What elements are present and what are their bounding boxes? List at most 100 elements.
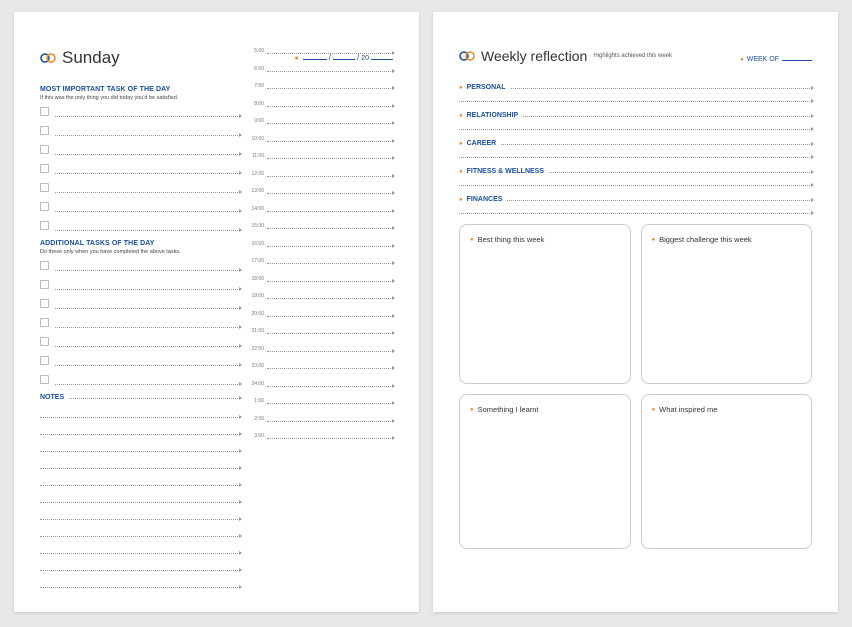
task-line[interactable] bbox=[55, 154, 240, 155]
time-line[interactable] bbox=[267, 176, 393, 177]
checkbox[interactable] bbox=[40, 375, 49, 384]
time-line[interactable] bbox=[267, 106, 393, 107]
time-line[interactable] bbox=[267, 88, 393, 89]
task-line[interactable] bbox=[55, 270, 240, 271]
week-of-slot[interactable] bbox=[782, 54, 812, 61]
checkbox[interactable] bbox=[40, 261, 49, 270]
notes-line[interactable] bbox=[40, 458, 240, 469]
category-line[interactable] bbox=[459, 213, 812, 214]
time-label: 17:00 bbox=[250, 258, 264, 264]
time-line[interactable] bbox=[267, 193, 393, 194]
notes-line[interactable] bbox=[40, 577, 240, 588]
category-line[interactable] bbox=[507, 200, 812, 201]
notes-line[interactable] bbox=[40, 509, 240, 520]
time-line[interactable] bbox=[267, 351, 393, 352]
time-line[interactable] bbox=[267, 403, 393, 404]
checkbox[interactable] bbox=[40, 202, 49, 211]
box-best[interactable]: ●Best thing this week bbox=[459, 224, 631, 384]
notes-line[interactable] bbox=[40, 424, 240, 435]
notes-line[interactable] bbox=[40, 526, 240, 537]
task-line[interactable] bbox=[55, 116, 240, 117]
time-line[interactable] bbox=[267, 141, 393, 142]
time-line[interactable] bbox=[267, 211, 393, 212]
category-line[interactable] bbox=[549, 172, 812, 173]
category-line[interactable] bbox=[459, 157, 812, 158]
time-line[interactable] bbox=[267, 123, 393, 124]
bullet-icon: ● bbox=[652, 407, 656, 413]
category-label: FINANCES bbox=[467, 196, 503, 203]
checkbox[interactable] bbox=[40, 183, 49, 192]
task-line[interactable] bbox=[55, 384, 240, 385]
box-inspired[interactable]: ●What inspired me bbox=[641, 394, 813, 549]
bullet-icon: ● bbox=[459, 85, 463, 91]
category-line[interactable] bbox=[511, 88, 812, 89]
task-line[interactable] bbox=[55, 327, 240, 328]
notes-line[interactable] bbox=[40, 560, 240, 571]
checkbox[interactable] bbox=[40, 126, 49, 135]
time-line[interactable] bbox=[267, 333, 393, 334]
task-line[interactable] bbox=[55, 289, 240, 290]
category-line[interactable] bbox=[459, 185, 812, 186]
task-line[interactable] bbox=[55, 346, 240, 347]
category-row: ●CAREER bbox=[459, 140, 812, 147]
week-of-field[interactable]: ● WEEK OF bbox=[740, 54, 812, 63]
checkbox[interactable] bbox=[40, 145, 49, 154]
time-line[interactable] bbox=[267, 368, 393, 369]
notes-line[interactable] bbox=[40, 492, 240, 503]
time-line[interactable] bbox=[267, 281, 393, 282]
time-label: 13:00 bbox=[250, 188, 264, 194]
checkbox[interactable] bbox=[40, 164, 49, 173]
checkbox[interactable] bbox=[40, 318, 49, 327]
notes-line[interactable] bbox=[40, 543, 240, 554]
category-label: FITNESS & WELLNESS bbox=[467, 168, 544, 175]
left-column: Sunday MOST IMPORTANT TASK OF THE DAY If… bbox=[40, 48, 250, 592]
task-line[interactable] bbox=[55, 173, 240, 174]
notes-line[interactable] bbox=[69, 398, 240, 399]
task-line[interactable] bbox=[55, 308, 240, 309]
task-row bbox=[40, 126, 240, 136]
date-month-slot[interactable] bbox=[333, 52, 355, 60]
time-line[interactable] bbox=[267, 158, 393, 159]
checkbox[interactable] bbox=[40, 280, 49, 289]
notes-line[interactable] bbox=[40, 441, 240, 452]
time-line[interactable] bbox=[267, 228, 393, 229]
category-line[interactable] bbox=[459, 101, 812, 102]
date-year-slot[interactable] bbox=[371, 52, 393, 60]
task-line[interactable] bbox=[55, 365, 240, 366]
task-line[interactable] bbox=[55, 211, 240, 212]
date-day-slot[interactable] bbox=[303, 52, 327, 60]
important-subtitle: If this was the only thing you did today… bbox=[40, 95, 240, 101]
checkbox[interactable] bbox=[40, 356, 49, 365]
time-line[interactable] bbox=[267, 298, 393, 299]
checkbox[interactable] bbox=[40, 337, 49, 346]
checkbox[interactable] bbox=[40, 107, 49, 116]
time-row: 6:00 bbox=[250, 66, 393, 72]
task-line[interactable] bbox=[55, 192, 240, 193]
weekly-page: Weekly reflection Highlights achieved th… bbox=[433, 12, 838, 612]
task-line[interactable] bbox=[55, 135, 240, 136]
time-line[interactable] bbox=[267, 386, 393, 387]
time-row: 9:00 bbox=[250, 118, 393, 124]
category-line[interactable] bbox=[523, 116, 812, 117]
time-line[interactable] bbox=[267, 438, 393, 439]
notes-line[interactable] bbox=[40, 407, 240, 418]
box-learnt[interactable]: ●Something I learnt bbox=[459, 394, 631, 549]
time-line[interactable] bbox=[267, 246, 393, 247]
checkbox[interactable] bbox=[40, 299, 49, 308]
time-line[interactable] bbox=[267, 316, 393, 317]
notes-line[interactable] bbox=[40, 475, 240, 486]
date-field[interactable]: ● / / 20 bbox=[295, 52, 394, 62]
logo-icon bbox=[459, 50, 475, 62]
time-line[interactable] bbox=[267, 263, 393, 264]
time-line[interactable] bbox=[267, 421, 393, 422]
checkbox[interactable] bbox=[40, 221, 49, 230]
time-label: 19:00 bbox=[250, 293, 264, 299]
task-line[interactable] bbox=[55, 230, 240, 231]
category-line[interactable] bbox=[459, 129, 812, 130]
time-line[interactable] bbox=[267, 71, 393, 72]
additional-subtitle: Do these only when you have completed th… bbox=[40, 249, 240, 255]
box-challenge[interactable]: ●Biggest challenge this week bbox=[641, 224, 813, 384]
category-line[interactable] bbox=[501, 144, 812, 145]
task-row bbox=[40, 164, 240, 174]
time-row: 17:00 bbox=[250, 258, 393, 264]
